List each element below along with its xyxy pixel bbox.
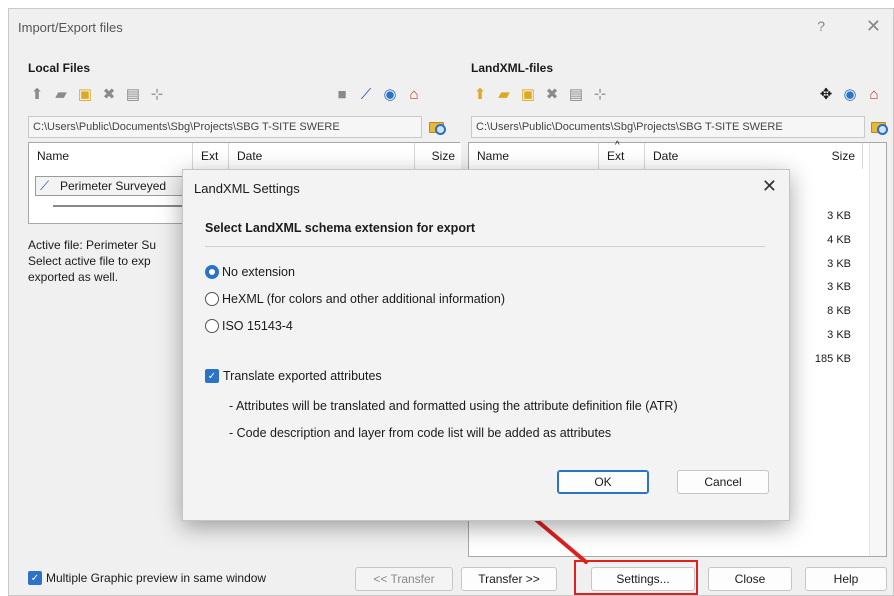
open-folder-icon[interactable]: ▰ <box>495 85 513 103</box>
folder-icon[interactable]: ▰ <box>52 85 70 103</box>
selected-file-name: Perimeter Surveyed <box>60 179 167 193</box>
title-bar: Import/Export files ? ✕ <box>9 9 893 47</box>
radio-label: ISO 15143-4 <box>222 319 293 333</box>
sort-indicator-icon: ^ <box>615 140 620 151</box>
delete-icon[interactable]: ✖ <box>543 85 561 103</box>
globe-icon[interactable]: ◉ <box>381 85 399 103</box>
note-line: - Attributes will be translated and form… <box>229 399 678 413</box>
note-line: - Code description and layer from code l… <box>229 426 612 440</box>
close-button[interactable]: Close <box>708 567 792 591</box>
local-toolbar-right: ■ ⟋ ◉ ⌂ <box>333 83 423 105</box>
multiple-preview-label: Multiple Graphic preview in same window <box>46 571 267 585</box>
radio-selected-icon <box>205 265 219 279</box>
delete-icon[interactable]: ✖ <box>100 85 118 103</box>
checkmark-icon: ✓ <box>28 571 42 585</box>
info-line: Select active file to exp <box>28 254 151 268</box>
close-icon[interactable]: ✕ <box>866 16 881 37</box>
col-size[interactable]: Size <box>415 143 461 169</box>
translate-attributes-label: Translate exported attributes <box>223 369 382 383</box>
document-icon[interactable]: ▤ <box>124 85 142 103</box>
document-icon[interactable]: ▤ <box>567 85 585 103</box>
col-ext[interactable]: Ext <box>193 143 229 169</box>
upload-icon[interactable]: ⬆ <box>28 85 46 103</box>
multiple-preview-checkbox[interactable]: ✓ Multiple Graphic preview in same windo… <box>28 571 266 585</box>
landxml-toolbar-right: ✥ ◉ ⌂ <box>817 83 883 105</box>
ok-button[interactable]: OK <box>557 470 649 494</box>
dialog-title: LandXML Settings <box>194 181 300 196</box>
new-folder-icon[interactable]: ■ <box>333 85 351 103</box>
transfer-forward-button[interactable]: Transfer >> <box>461 567 557 591</box>
local-path-field[interactable]: C:\Users\Public\Documents\Sbg\Projects\S… <box>28 116 422 138</box>
schema-heading: Select LandXML schema extension for expo… <box>205 221 475 235</box>
landxml-path-field[interactable]: C:\Users\Public\Documents\Sbg\Projects\S… <box>471 116 865 138</box>
help-button[interactable]: Help <box>805 567 887 591</box>
col-name[interactable]: Name <box>29 143 193 169</box>
checkmark-icon: ✓ <box>205 369 219 383</box>
vertical-scrollbar[interactable] <box>869 143 886 556</box>
horizontal-scrollbar[interactable] <box>53 205 203 207</box>
radio-hexml[interactable]: HeXML (for colors and other additional i… <box>205 292 505 306</box>
landxml-toolbar: ⬆ ▰ ▣ ✖ ▤ ⊹ <box>471 83 609 105</box>
polyline-file-icon: ⟋ <box>40 178 50 193</box>
globe-icon[interactable]: ◉ <box>841 85 859 103</box>
size-cell: 4 KB <box>827 233 851 246</box>
local-toolbar: ⬆ ▰ ▣ ✖ ▤ ⊹ <box>28 83 166 105</box>
landxml-browse-icon[interactable] <box>867 117 889 137</box>
attributes-icon[interactable]: ⊹ <box>148 85 166 103</box>
col-name[interactable]: Name <box>469 143 599 169</box>
upload-icon[interactable]: ⬆ <box>471 85 489 103</box>
help-icon[interactable]: ? <box>817 18 825 34</box>
col-ext[interactable]: ^ Ext <box>599 140 645 169</box>
radio-label: HeXML (for colors and other additional i… <box>222 292 506 306</box>
radio-label: No extension <box>222 265 295 279</box>
translate-attributes-checkbox[interactable]: ✓ Translate exported attributes <box>205 369 382 383</box>
cancel-button[interactable]: Cancel <box>677 470 769 494</box>
home-icon[interactable]: ⌂ <box>865 85 883 103</box>
view-file-icon[interactable]: ▣ <box>519 85 537 103</box>
radio-unselected-icon <box>205 292 219 306</box>
size-cell: 3 KB <box>827 281 851 294</box>
local-files-title: Local Files <box>28 61 91 75</box>
transfer-back-button[interactable]: << Transfer <box>355 567 453 591</box>
active-file-info: Active file: Perimeter Su Select active … <box>28 237 156 285</box>
selected-file-row[interactable]: ⟋ Perimeter Surveyed <box>35 176 185 196</box>
col-date[interactable]: Date <box>229 143 415 169</box>
size-cell: 3 KB <box>827 328 851 341</box>
separator <box>205 246 765 247</box>
radio-unselected-icon <box>205 319 219 333</box>
view-file-icon[interactable]: ▣ <box>76 85 94 103</box>
col-size[interactable]: Size <box>787 143 863 169</box>
landxml-settings-dialog: LandXML Settings ✕ Select LandXML schema… <box>182 169 790 521</box>
move-icon[interactable]: ✥ <box>817 85 835 103</box>
size-cell: 185 KB <box>814 352 851 365</box>
size-column-values: 3 KB 4 KB 3 KB 3 KB 8 KB 3 KB 185 KB <box>799 205 851 372</box>
landxml-files-title: LandXML-files <box>471 61 554 75</box>
home-icon[interactable]: ⌂ <box>405 85 423 103</box>
polyline-icon[interactable]: ⟋ <box>357 85 375 103</box>
window-title: Import/Export files <box>18 20 123 35</box>
size-cell: 3 KB <box>827 210 851 222</box>
info-line: Active file: Perimeter Su <box>28 238 157 252</box>
radio-iso[interactable]: ISO 15143-4 <box>205 319 293 333</box>
size-cell: 8 KB <box>827 305 851 318</box>
radio-no-extension[interactable]: No extension <box>205 265 295 279</box>
attributes-icon[interactable]: ⊹ <box>591 85 609 103</box>
info-line: exported as well. <box>28 270 119 284</box>
size-cell: 3 KB <box>827 257 851 270</box>
local-browse-icon[interactable] <box>425 117 447 137</box>
dialog-close-icon[interactable]: ✕ <box>762 176 777 197</box>
